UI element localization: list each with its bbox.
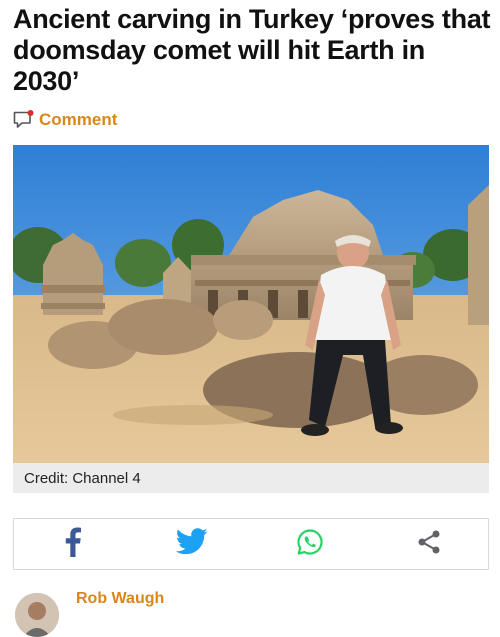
author-byline: Rob Waugh (13, 584, 489, 637)
twitter-icon (175, 527, 208, 561)
share-twitter-button[interactable] (162, 522, 222, 566)
comment-icon (13, 110, 35, 130)
article-photo (13, 145, 489, 463)
comment-link[interactable]: Comment (13, 108, 117, 132)
author-avatar (15, 593, 59, 637)
facebook-icon (64, 527, 82, 562)
share-bar (13, 518, 489, 570)
image-caption-text: Credit: Channel 4 (24, 469, 141, 487)
whatsapp-icon (296, 528, 324, 561)
share-whatsapp-button[interactable] (280, 522, 340, 566)
article-headline: Ancient carving in Turkey ‘proves that d… (13, 4, 491, 96)
share-icon (416, 529, 442, 560)
image-caption: Credit: Channel 4 (13, 463, 489, 493)
share-facebook-button[interactable] (43, 522, 103, 566)
share-more-button[interactable] (399, 522, 459, 566)
comment-label[interactable]: Comment (39, 110, 117, 130)
author-name[interactable]: Rob Waugh (76, 590, 164, 608)
